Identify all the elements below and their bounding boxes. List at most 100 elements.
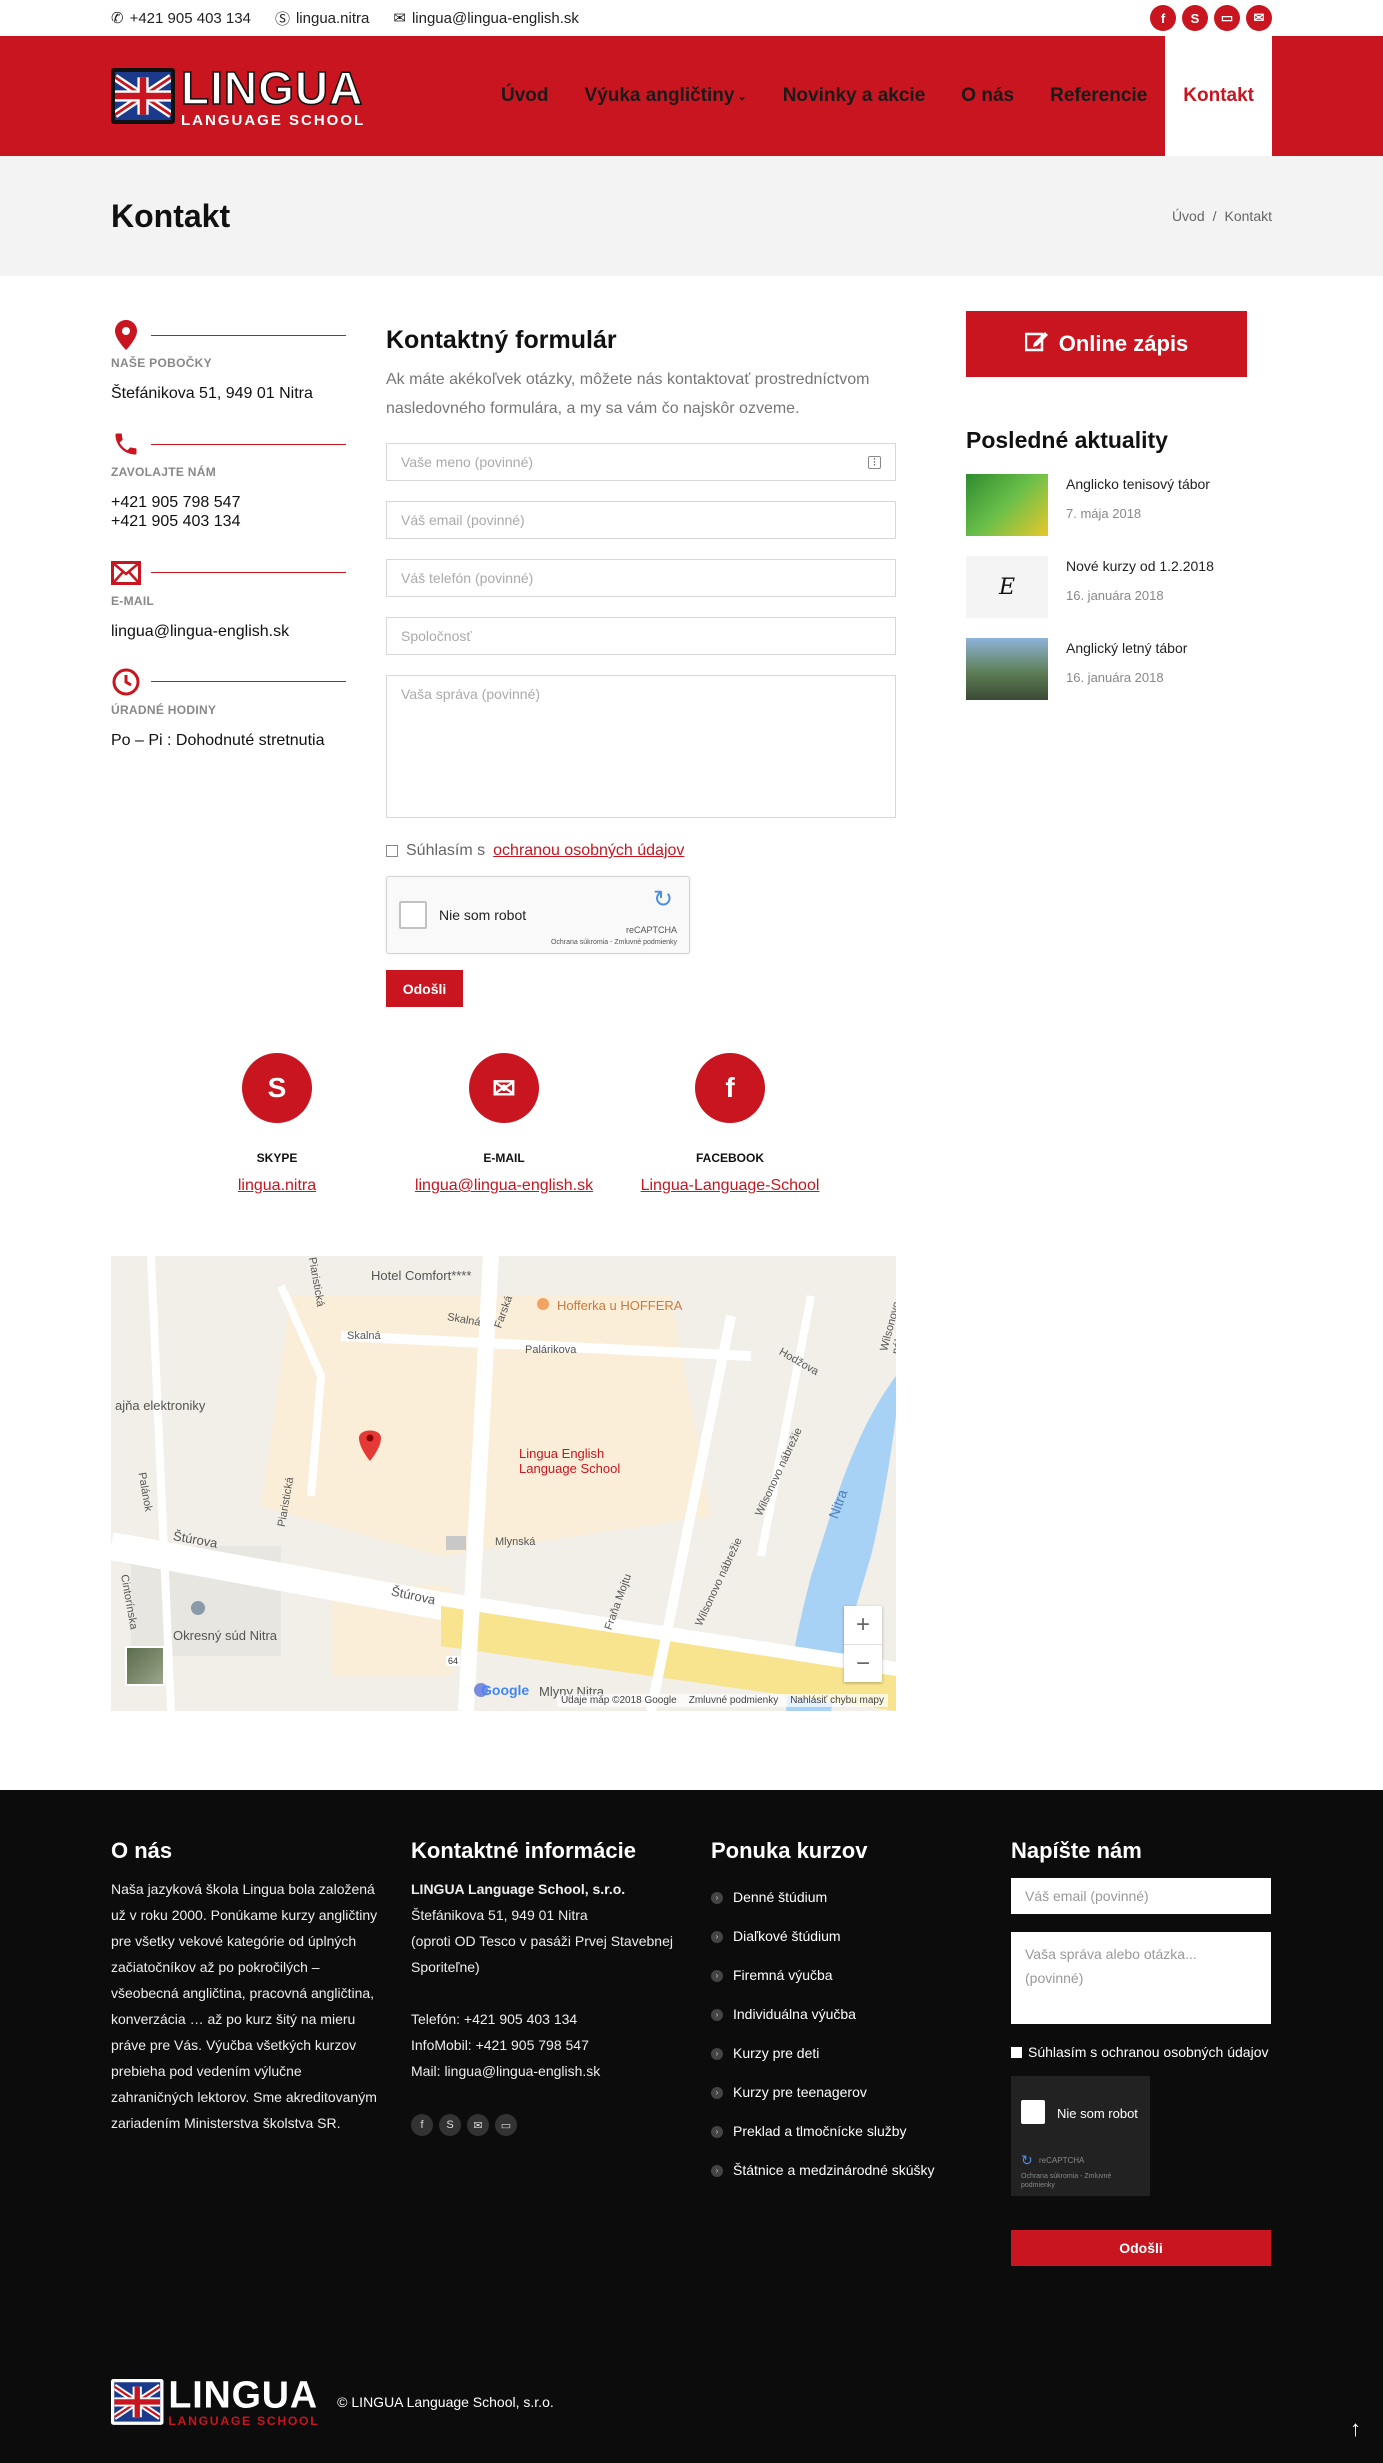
course-item[interactable]: › Štátnice a medzinárodné skúšky xyxy=(711,2151,981,2190)
page-title-bar: Kontakt Úvod / Kontakt xyxy=(0,156,1383,276)
mail-icon[interactable]: ✉ xyxy=(467,2114,489,2136)
map-pin-icon xyxy=(111,320,141,350)
footer-logo[interactable]: LINGUA LANGUAGE SCHOOL xyxy=(111,2376,319,2428)
divider xyxy=(151,572,346,574)
news-item[interactable]: Anglicko tenisový tábor 7. mája 2018 xyxy=(966,474,1272,536)
map-layer-thumbnail[interactable] xyxy=(125,1646,165,1686)
news-thumbnail[interactable] xyxy=(966,474,1048,536)
course-item[interactable]: › Individuálna výučba xyxy=(711,1995,981,2034)
phone-input[interactable]: Váš telefón (povinné) xyxy=(386,559,896,597)
top-phone[interactable]: ✆ +421 905 403 134 xyxy=(111,9,251,28)
divider xyxy=(151,681,346,683)
nav-item-kontakt[interactable]: Kontakt xyxy=(1165,36,1272,156)
course-item[interactable]: › Firemná výučba xyxy=(711,1956,981,1995)
envelope-icon[interactable]: ✉ xyxy=(469,1053,539,1123)
footer-email-input[interactable]: Váš email (povinné) xyxy=(1011,1878,1271,1914)
name-input[interactable]: Vaše meno (povinné) ⁝ xyxy=(386,443,896,481)
chevron-right-icon: › xyxy=(711,1930,723,1943)
phone-icon: ✆ xyxy=(111,10,124,27)
course-item[interactable]: › Kurzy pre teenagerov xyxy=(711,2073,981,2112)
map-pin-label[interactable]: Lingua English Language School xyxy=(519,1446,620,1476)
footer-consent-checkbox[interactable] xyxy=(1011,2046,1022,2058)
breadcrumb-separator: / xyxy=(1212,208,1217,224)
nav-item-vyuka[interactable]: Výuka angličtiny ⌄ xyxy=(567,36,765,156)
site-logo[interactable]: LINGUA LANGUAGE SCHOOL xyxy=(111,64,365,128)
top-social-links: f S ▭ ✉ xyxy=(1150,5,1272,31)
news-thumbnail[interactable]: E xyxy=(966,556,1048,618)
back-to-top-button[interactable]: ↑ xyxy=(1350,2416,1361,2442)
top-bar: ✆ +421 905 403 134 Ⓢlingua.nitra ✉ lingua@… xyxy=(0,0,1383,36)
email-link[interactable]: lingua@lingua-english.sk xyxy=(374,1177,634,1195)
uk-flag-icon xyxy=(111,2378,164,2425)
contact-form: Kontaktný formulár Ak máte akékoľvek otá… xyxy=(386,320,896,1007)
skype-icon[interactable]: S xyxy=(1182,5,1208,31)
nav-item-referencie[interactable]: Referencie xyxy=(1032,36,1165,156)
online-registration-button[interactable]: Online zápis xyxy=(966,311,1247,377)
breadcrumb-home[interactable]: Úvod xyxy=(1172,208,1205,224)
facebook-icon[interactable]: f xyxy=(411,2114,433,2136)
uk-flag-icon xyxy=(111,68,175,124)
chevron-right-icon: › xyxy=(711,2047,723,2060)
submit-button[interactable]: Odošli xyxy=(386,970,463,1007)
main-nav: Úvod Výuka angličtiny ⌄ Novinky a akcie O… xyxy=(483,36,1272,156)
chevron-right-icon: › xyxy=(711,2086,723,2099)
phone-icon xyxy=(111,429,141,459)
skype-icon[interactable]: S xyxy=(439,2114,461,2136)
message-textarea[interactable]: Vaša správa (povinné) xyxy=(386,675,896,818)
chevron-right-icon: › xyxy=(711,2125,723,2138)
google-map[interactable]: Lingua English Language School Hotel Comf… xyxy=(111,1256,896,1711)
zoom-out-button[interactable]: − xyxy=(844,1644,882,1682)
footer-courses: Ponuka kurzov › Denné štúdium › Diaľkové š… xyxy=(711,1838,981,2190)
skype-link[interactable]: lingua.nitra xyxy=(147,1177,407,1195)
company-input[interactable]: Spoločnosť xyxy=(386,617,896,655)
facebook-icon[interactable]: f xyxy=(1150,5,1176,31)
map-place-label: Hotel Comfort**** xyxy=(371,1268,472,1283)
course-item[interactable]: › Kurzy pre deti xyxy=(711,2034,981,2073)
logo-text: LINGUA LANGUAGE SCHOOL xyxy=(168,2373,320,2429)
facebook-link[interactable]: Lingua-Language-School xyxy=(600,1177,860,1195)
news-item[interactable]: Anglický letný tábor 16. januára 2018 xyxy=(966,638,1272,700)
copyright-icon: © xyxy=(337,2393,348,2410)
map-street-label: Skalná xyxy=(347,1330,381,1342)
facebook-icon[interactable]: f xyxy=(695,1053,765,1123)
consent-checkbox[interactable] xyxy=(386,845,398,857)
nav-item-o-nas[interactable]: O nás xyxy=(943,36,1032,156)
top-contact-info: ✆ +421 905 403 134 Ⓢlingua.nitra ✉ lingua@… xyxy=(111,8,579,29)
skype-icon[interactable]: S xyxy=(242,1053,312,1123)
footer-message-textarea[interactable]: Vaša správa alebo otázka... (povinné) xyxy=(1011,1932,1271,2024)
map-place-label: Okresný súd Nitra xyxy=(173,1628,278,1643)
nav-item-uvod[interactable]: Úvod xyxy=(483,36,567,156)
nav-item-novinky[interactable]: Novinky a akcie xyxy=(765,36,944,156)
top-skype[interactable]: Ⓢlingua.nitra xyxy=(275,8,369,29)
footer-recaptcha-checkbox[interactable] xyxy=(1021,2100,1045,2124)
zoom-in-button[interactable]: + xyxy=(844,1606,882,1644)
recaptcha-icon: ↻ xyxy=(652,886,673,913)
top-email[interactable]: ✉ lingua@lingua-english.sk xyxy=(393,9,579,28)
autofill-icon[interactable]: ⁝ xyxy=(868,455,881,469)
course-list: › Denné štúdium › Diaľkové štúdium › Firemn… xyxy=(711,1878,981,2190)
map-place-label[interactable]: Hofferka u HOFFERA xyxy=(557,1298,682,1313)
map-attribution: Údaje máp ©2018 Google Zmluvné podmienky… xyxy=(556,1694,888,1707)
footer-contact: Kontaktné informácie LINGUA Language Sch… xyxy=(411,1838,681,2136)
privacy-link[interactable]: ochranou osobných údajov xyxy=(493,842,684,860)
clock-icon xyxy=(111,667,141,697)
news-title: Posledné aktuality xyxy=(966,427,1168,453)
window-icon[interactable]: ▭ xyxy=(495,2114,517,2136)
google-logo: Google xyxy=(481,1682,530,1698)
footer-social-links: f S ✉ ▭ xyxy=(411,2114,681,2136)
course-item[interactable]: › Preklad a tlmočnícke služby xyxy=(711,2112,981,2151)
mail-icon[interactable]: ✉ xyxy=(1246,5,1272,31)
news-thumbnail[interactable] xyxy=(966,638,1048,700)
contact-facebook: f FACEBOOK Lingua-Language-School xyxy=(600,1053,860,1195)
news-item[interactable]: E Nové kurzy od 1.2.2018 16. januára 2018 xyxy=(966,556,1272,618)
footer-submit-button[interactable]: Odošli xyxy=(1011,2230,1271,2266)
course-item[interactable]: › Denné štúdium xyxy=(711,1878,981,1917)
chevron-right-icon: › xyxy=(711,2008,723,2021)
chevron-right-icon: › xyxy=(711,2164,723,2177)
page-title: Kontakt xyxy=(111,197,231,234)
map-place-label: ajňa elektroniky xyxy=(115,1398,206,1413)
recaptcha-checkbox[interactable] xyxy=(399,901,427,929)
window-icon[interactable]: ▭ xyxy=(1214,5,1240,31)
email-input[interactable]: Váš email (povinné) xyxy=(386,501,896,539)
course-item[interactable]: › Diaľkové štúdium xyxy=(711,1917,981,1956)
